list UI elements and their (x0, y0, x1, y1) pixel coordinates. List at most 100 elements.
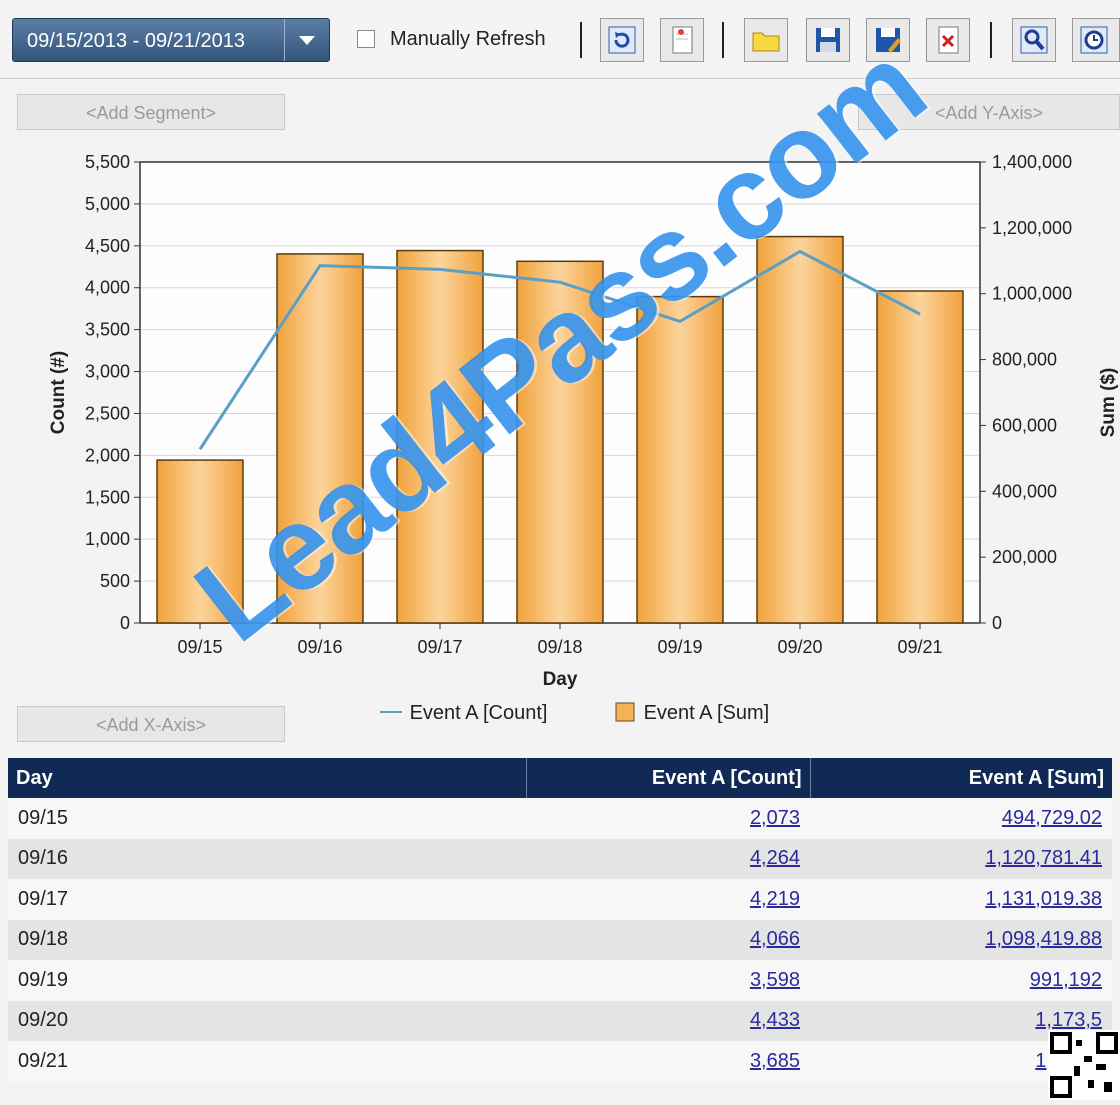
legend-item-sum: Event A [Sum] (614, 702, 769, 725)
y-tick-label: 2,500 (85, 403, 130, 423)
add-x-axis-button[interactable]: <Add X-Axis> (17, 706, 285, 742)
legend-line-swatch (380, 711, 402, 713)
sum-link[interactable]: 494,729.02 (1002, 807, 1102, 829)
refresh-button[interactable] (600, 18, 644, 62)
save-as-icon (876, 28, 901, 53)
y2-tick-label: 1,400,000 (992, 152, 1072, 172)
x-axis-label: Day (543, 669, 578, 690)
date-range-text: 09/15/2013 - 09/21/2013 (27, 30, 245, 52)
x-tick-label: 09/19 (657, 637, 702, 657)
qr-code-icon (1050, 1032, 1118, 1098)
y2-tick-label: 1,200,000 (992, 218, 1072, 238)
table-row: 09/18 4,066 1,098,419.88 (8, 919, 1112, 960)
y-tick-label: 0 (120, 613, 130, 633)
table-row: 09/17 4,219 1,131,019.38 (8, 879, 1112, 920)
data-table: Day Event A [Count] Event A [Sum] 09/15 … (8, 758, 1112, 1082)
sum-link[interactable]: 1,098,419.88 (985, 928, 1102, 950)
count-link[interactable]: 3,685 (750, 1050, 800, 1072)
delete-icon (938, 26, 959, 54)
count-link[interactable]: 2,073 (750, 807, 800, 829)
sum-link[interactable]: 1,131,019.38 (985, 888, 1102, 910)
x-tick-label: 09/20 (777, 637, 822, 657)
day-cell: 09/17 (8, 879, 526, 920)
search-button[interactable] (1012, 18, 1056, 62)
count-link[interactable]: 4,433 (750, 1009, 800, 1031)
table-row: 09/20 4,433 1,173,5 (8, 1000, 1112, 1041)
day-cell: 09/21 (8, 1041, 526, 1082)
y2-tick-label: 400,000 (992, 481, 1057, 501)
x-tick-label: 09/21 (897, 637, 942, 657)
day-cell: 09/18 (8, 919, 526, 960)
y-tick-label: 500 (100, 571, 130, 591)
legend-item-count: Event A [Count] (378, 702, 547, 725)
day-cell: 09/15 (8, 798, 526, 839)
table-row: 09/16 4,264 1,120,781.41 (8, 838, 1112, 879)
new-report-icon (672, 26, 693, 54)
schedule-button[interactable] (1072, 18, 1120, 62)
y-tick-label: 4,500 (85, 236, 130, 256)
y2-tick-label: 800,000 (992, 350, 1057, 370)
sum-link[interactable]: 1,173,5 (1035, 1009, 1102, 1031)
sum-link[interactable]: 991,192 (1030, 969, 1102, 991)
schedule-icon (1080, 26, 1108, 54)
toolbar: 09/15/2013 - 09/21/2013 Manually Refresh (0, 0, 1120, 79)
y2-tick-label: 600,000 (992, 415, 1057, 435)
bar (396, 249, 484, 624)
manual-refresh-checkbox[interactable] (357, 30, 375, 48)
table-header-row: Day Event A [Count] Event A [Sum] (8, 758, 1112, 798)
count-link[interactable]: 3,598 (750, 969, 800, 991)
new-report-button[interactable] (660, 18, 704, 62)
date-range-picker[interactable]: 09/15/2013 - 09/21/2013 (12, 18, 330, 62)
day-cell: 09/20 (8, 1000, 526, 1041)
qr-code (1048, 1030, 1120, 1100)
legend-bar-swatch (615, 702, 635, 722)
y-tick-label: 5,500 (85, 152, 130, 172)
bar (516, 260, 604, 624)
legend-label-count: Event A [Count] (409, 702, 548, 724)
add-segment-button[interactable]: <Add Segment> (17, 94, 285, 130)
table-row: 09/15 2,073 494,729.02 (8, 798, 1112, 839)
bar (756, 235, 844, 624)
y2-tick-label: 1,000,000 (992, 284, 1072, 304)
x-tick-label: 09/15 (177, 637, 222, 657)
x-tick-label: 09/18 (537, 637, 582, 657)
table-row: 09/21 3,685 1,008,3 (8, 1041, 1112, 1082)
count-link[interactable]: 4,264 (750, 847, 800, 869)
toolbar-divider (580, 22, 582, 58)
column-header-day[interactable]: Day (8, 758, 527, 798)
bar (636, 295, 724, 624)
legend-label-sum: Event A [Sum] (643, 702, 770, 724)
bar (876, 290, 964, 624)
column-header-count[interactable]: Event A [Count] (526, 758, 811, 798)
y-tick-label: 5,000 (85, 194, 130, 214)
sum-link[interactable]: 1,120,781.41 (985, 847, 1102, 869)
save-as-button[interactable] (866, 18, 910, 62)
save-button[interactable] (806, 18, 850, 62)
y-tick-label: 3,500 (85, 320, 130, 340)
y2-tick-label: 0 (992, 613, 1002, 633)
open-folder-icon (752, 32, 780, 52)
y-tick-label: 1,000 (85, 529, 130, 549)
open-button[interactable] (744, 18, 788, 62)
count-link[interactable]: 4,066 (750, 928, 800, 950)
y-tick-label: 3,000 (85, 362, 130, 382)
chevron-down-icon[interactable] (284, 19, 329, 61)
count-link[interactable]: 4,219 (750, 888, 800, 910)
column-header-sum[interactable]: Event A [Sum] (810, 758, 1112, 798)
y-tick-label: 1,500 (85, 487, 130, 507)
refresh-icon (608, 26, 636, 54)
y2-axis-label: Sum ($) (1098, 368, 1119, 438)
x-tick-label: 09/17 (417, 637, 462, 657)
y-tick-label: 4,000 (85, 278, 130, 298)
x-tick-label: 09/16 (297, 637, 342, 657)
search-icon (1020, 26, 1048, 54)
save-icon (816, 28, 840, 52)
y2-tick-label: 200,000 (992, 547, 1057, 567)
day-cell: 09/19 (8, 960, 526, 1001)
delete-button[interactable] (926, 18, 970, 62)
add-y-axis-button[interactable]: <Add Y-Axis> (858, 94, 1120, 130)
bar (156, 459, 244, 624)
table-row: 09/19 3,598 991,192 (8, 960, 1112, 1001)
toolbar-divider (722, 22, 724, 58)
toolbar-divider (990, 22, 992, 58)
